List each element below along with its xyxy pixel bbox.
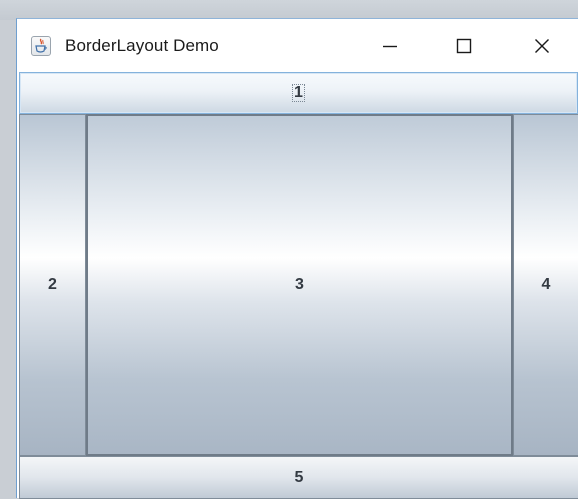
- desktop-background: [0, 0, 578, 20]
- border-layout-panel: 1 2 3 4 5: [19, 72, 578, 499]
- maximize-icon: [456, 38, 472, 54]
- app-window: BorderLayout Demo 1 2 3 4 5: [16, 18, 578, 499]
- center-button-label: 3: [295, 276, 304, 293]
- title-bar[interactable]: BorderLayout Demo: [17, 19, 578, 72]
- minimize-icon: [383, 45, 397, 48]
- east-button[interactable]: 4: [513, 114, 578, 456]
- west-button[interactable]: 2: [19, 114, 86, 456]
- java-cup-icon[interactable]: [31, 36, 51, 56]
- maximize-button[interactable]: [441, 28, 487, 64]
- close-button[interactable]: [519, 28, 565, 64]
- south-button[interactable]: 5: [19, 456, 578, 499]
- window-title: BorderLayout Demo: [65, 36, 219, 55]
- north-button-label: 1: [292, 84, 305, 102]
- north-button[interactable]: 1: [19, 72, 578, 114]
- close-icon: [535, 39, 549, 53]
- minimize-button[interactable]: [367, 28, 413, 64]
- south-button-label: 5: [294, 468, 304, 486]
- west-button-label: 2: [48, 276, 57, 293]
- east-button-label: 4: [541, 276, 551, 293]
- center-button[interactable]: 3: [86, 114, 513, 456]
